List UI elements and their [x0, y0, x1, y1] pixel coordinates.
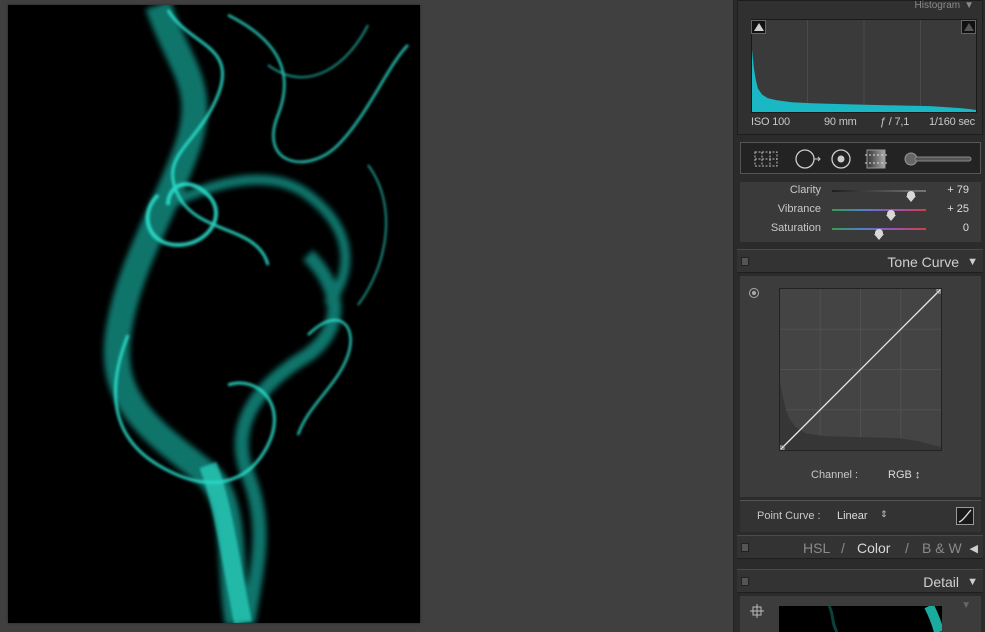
detail-panel: ▼ — [740, 596, 981, 632]
crop-overlay-icon[interactable] — [753, 148, 779, 170]
smoke-photo-image — [8, 5, 420, 623]
develop-right-panel: Histogram ▼ ISO 100 90 mm ƒ / 7,1 1/160 s… — [733, 0, 985, 632]
targeted-adjustment-icon[interactable] — [749, 288, 759, 298]
tone-curve-title: Tone Curve — [887, 254, 959, 270]
histogram-panel: Histogram ▼ ISO 100 90 mm ƒ / 7,1 1/160 s… — [737, 0, 983, 135]
graduated-filter-icon[interactable] — [863, 148, 889, 170]
hsl-enable-toggle[interactable] — [741, 543, 749, 552]
point-curve-label: Point Curve : — [757, 510, 821, 522]
tab-hsl[interactable]: HSL — [803, 540, 830, 556]
clarity-label: Clarity — [789, 184, 821, 196]
saturation-slider-row: Saturation 0 — [740, 220, 981, 240]
exif-iso: ISO 100 — [751, 116, 790, 128]
tab-separator: / — [905, 540, 909, 556]
vibrance-slider-row: Vibrance + 25 — [740, 201, 981, 221]
spot-removal-icon[interactable] — [793, 148, 823, 170]
channel-select[interactable]: RGB ↕ — [888, 469, 920, 481]
histogram-graph[interactable] — [751, 19, 977, 113]
detail-enable-toggle[interactable] — [741, 577, 749, 586]
detail-header[interactable]: Detail ▼ — [737, 569, 983, 593]
lightroom-develop-window: Histogram ▼ ISO 100 90 mm ƒ / 7,1 1/160 s… — [0, 0, 985, 632]
histogram-plot — [752, 20, 976, 112]
collapse-triangle-icon: ▼ — [964, 0, 974, 11]
saturation-value[interactable]: 0 — [963, 222, 969, 234]
expand-triangle-icon: ▼ — [967, 576, 978, 588]
channel-label: Channel : — [811, 469, 859, 481]
tool-strip — [740, 142, 981, 174]
clarity-value[interactable]: + 79 — [947, 184, 969, 196]
select-arrows-icon: ⇕ — [880, 509, 888, 519]
tab-bw[interactable]: B & W — [922, 540, 962, 556]
exif-focal-length: 90 mm — [824, 116, 857, 128]
vibrance-slider-track[interactable] — [832, 209, 926, 211]
histogram-title-text: Histogram — [914, 0, 961, 11]
highlight-clipping-toggle[interactable] — [961, 20, 976, 34]
detail-zoom-preview[interactable] — [779, 606, 942, 632]
vibrance-label: Vibrance — [777, 203, 821, 215]
edit-point-curve-icon[interactable] — [956, 507, 974, 525]
tab-color[interactable]: Color — [857, 540, 890, 556]
expand-triangle-icon: ▼ — [967, 256, 978, 268]
tone-curve-header[interactable]: Tone Curve ▼ — [737, 249, 983, 273]
main-photo-preview[interactable] — [8, 5, 420, 623]
tone-curve-graph[interactable] — [779, 288, 942, 451]
hsl-color-bw-header: HSL / Color / B & W ◀ — [737, 535, 983, 559]
saturation-label: Saturation — [770, 222, 821, 234]
point-curve-row: Point Curve : Linear ⇕ — [740, 500, 981, 532]
tab-separator: / — [841, 540, 845, 556]
detail-title: Detail — [923, 574, 959, 590]
point-curve-select[interactable]: Linear — [837, 510, 868, 522]
exif-shutter-speed: 1/160 sec — [929, 116, 975, 128]
shadow-clipping-toggle[interactable] — [751, 20, 766, 34]
clarity-slider-row: Clarity + 79 — [740, 182, 981, 202]
tone-curve-enable-toggle[interactable] — [741, 257, 749, 266]
saturation-slider-thumb[interactable] — [874, 229, 884, 240]
vibrance-value[interactable]: + 25 — [947, 203, 969, 215]
basic-presence-sliders: Clarity + 79 Vibrance + 25 Saturation 0 — [740, 182, 981, 242]
adjustment-brush-icon[interactable] — [903, 148, 973, 170]
tone-curve-panel: Channel : RGB ↕ — [740, 276, 981, 497]
detail-preview-collapse-icon[interactable]: ▼ — [961, 600, 971, 611]
exif-aperture: ƒ / 7,1 — [880, 116, 910, 128]
red-eye-icon[interactable] — [829, 148, 853, 170]
collapsed-triangle-icon: ◀ — [969, 543, 978, 555]
histogram-title[interactable]: Histogram ▼ — [911, 0, 974, 11]
crosshair-icon[interactable] — [750, 604, 764, 618]
tone-curve-plot — [780, 289, 941, 450]
